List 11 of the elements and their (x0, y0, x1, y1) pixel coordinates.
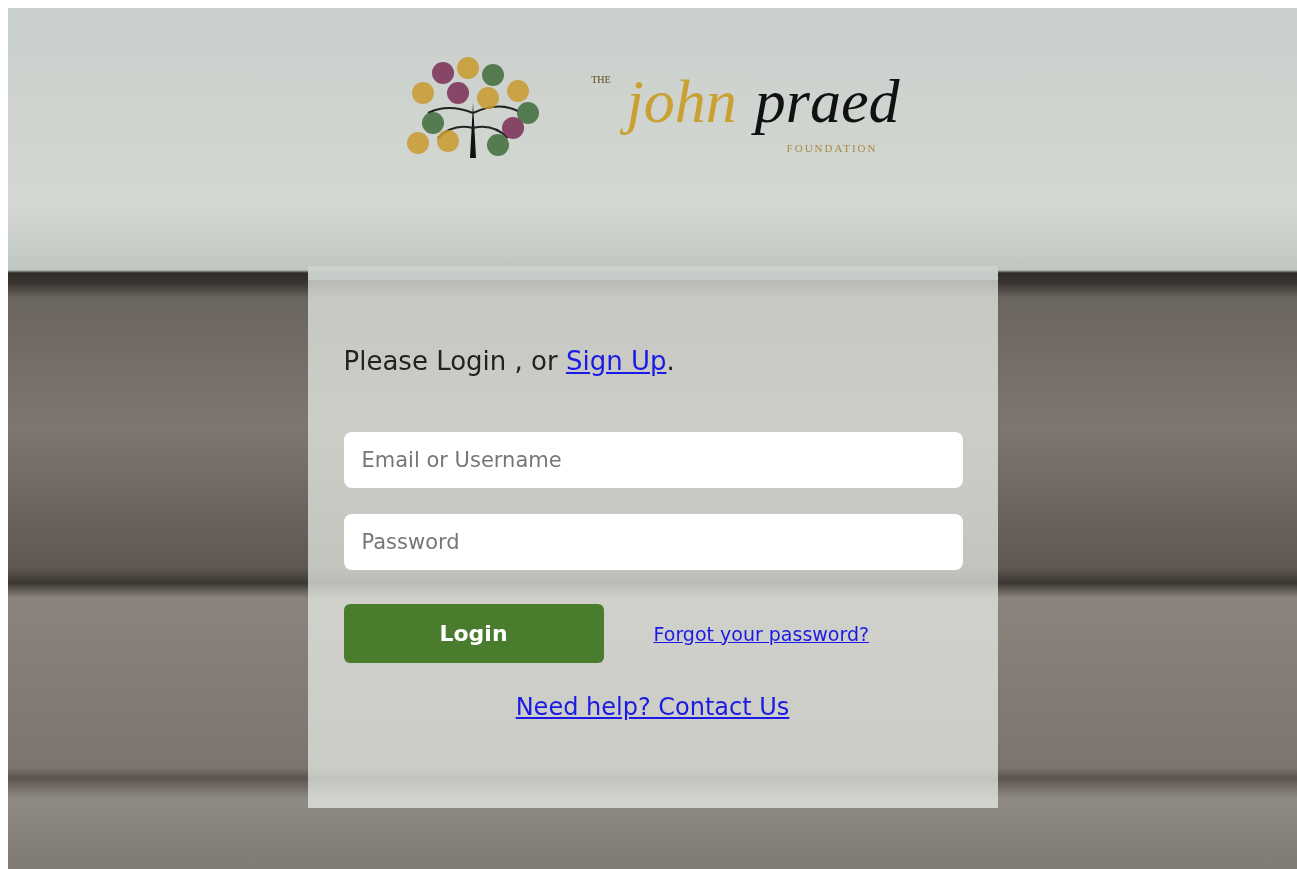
logo-first-name: john (614, 61, 745, 142)
login-prompt: Please Login , or Sign Up. (343, 346, 676, 376)
login-button[interactable]: Login (343, 604, 604, 663)
logo-last-name: praed (748, 61, 908, 142)
email-input[interactable]: Email or Username (343, 432, 963, 488)
logo-prefix: THE (591, 75, 611, 86)
logo-subtitle: FOUNDATION (786, 141, 878, 155)
forgot-password-link[interactable]: Forgot your password? (653, 622, 870, 645)
contact-us-link[interactable]: Need help? Contact Us (515, 693, 790, 721)
password-input[interactable]: Password (343, 514, 963, 570)
sign-up-link[interactable]: Sign Up (565, 346, 667, 376)
